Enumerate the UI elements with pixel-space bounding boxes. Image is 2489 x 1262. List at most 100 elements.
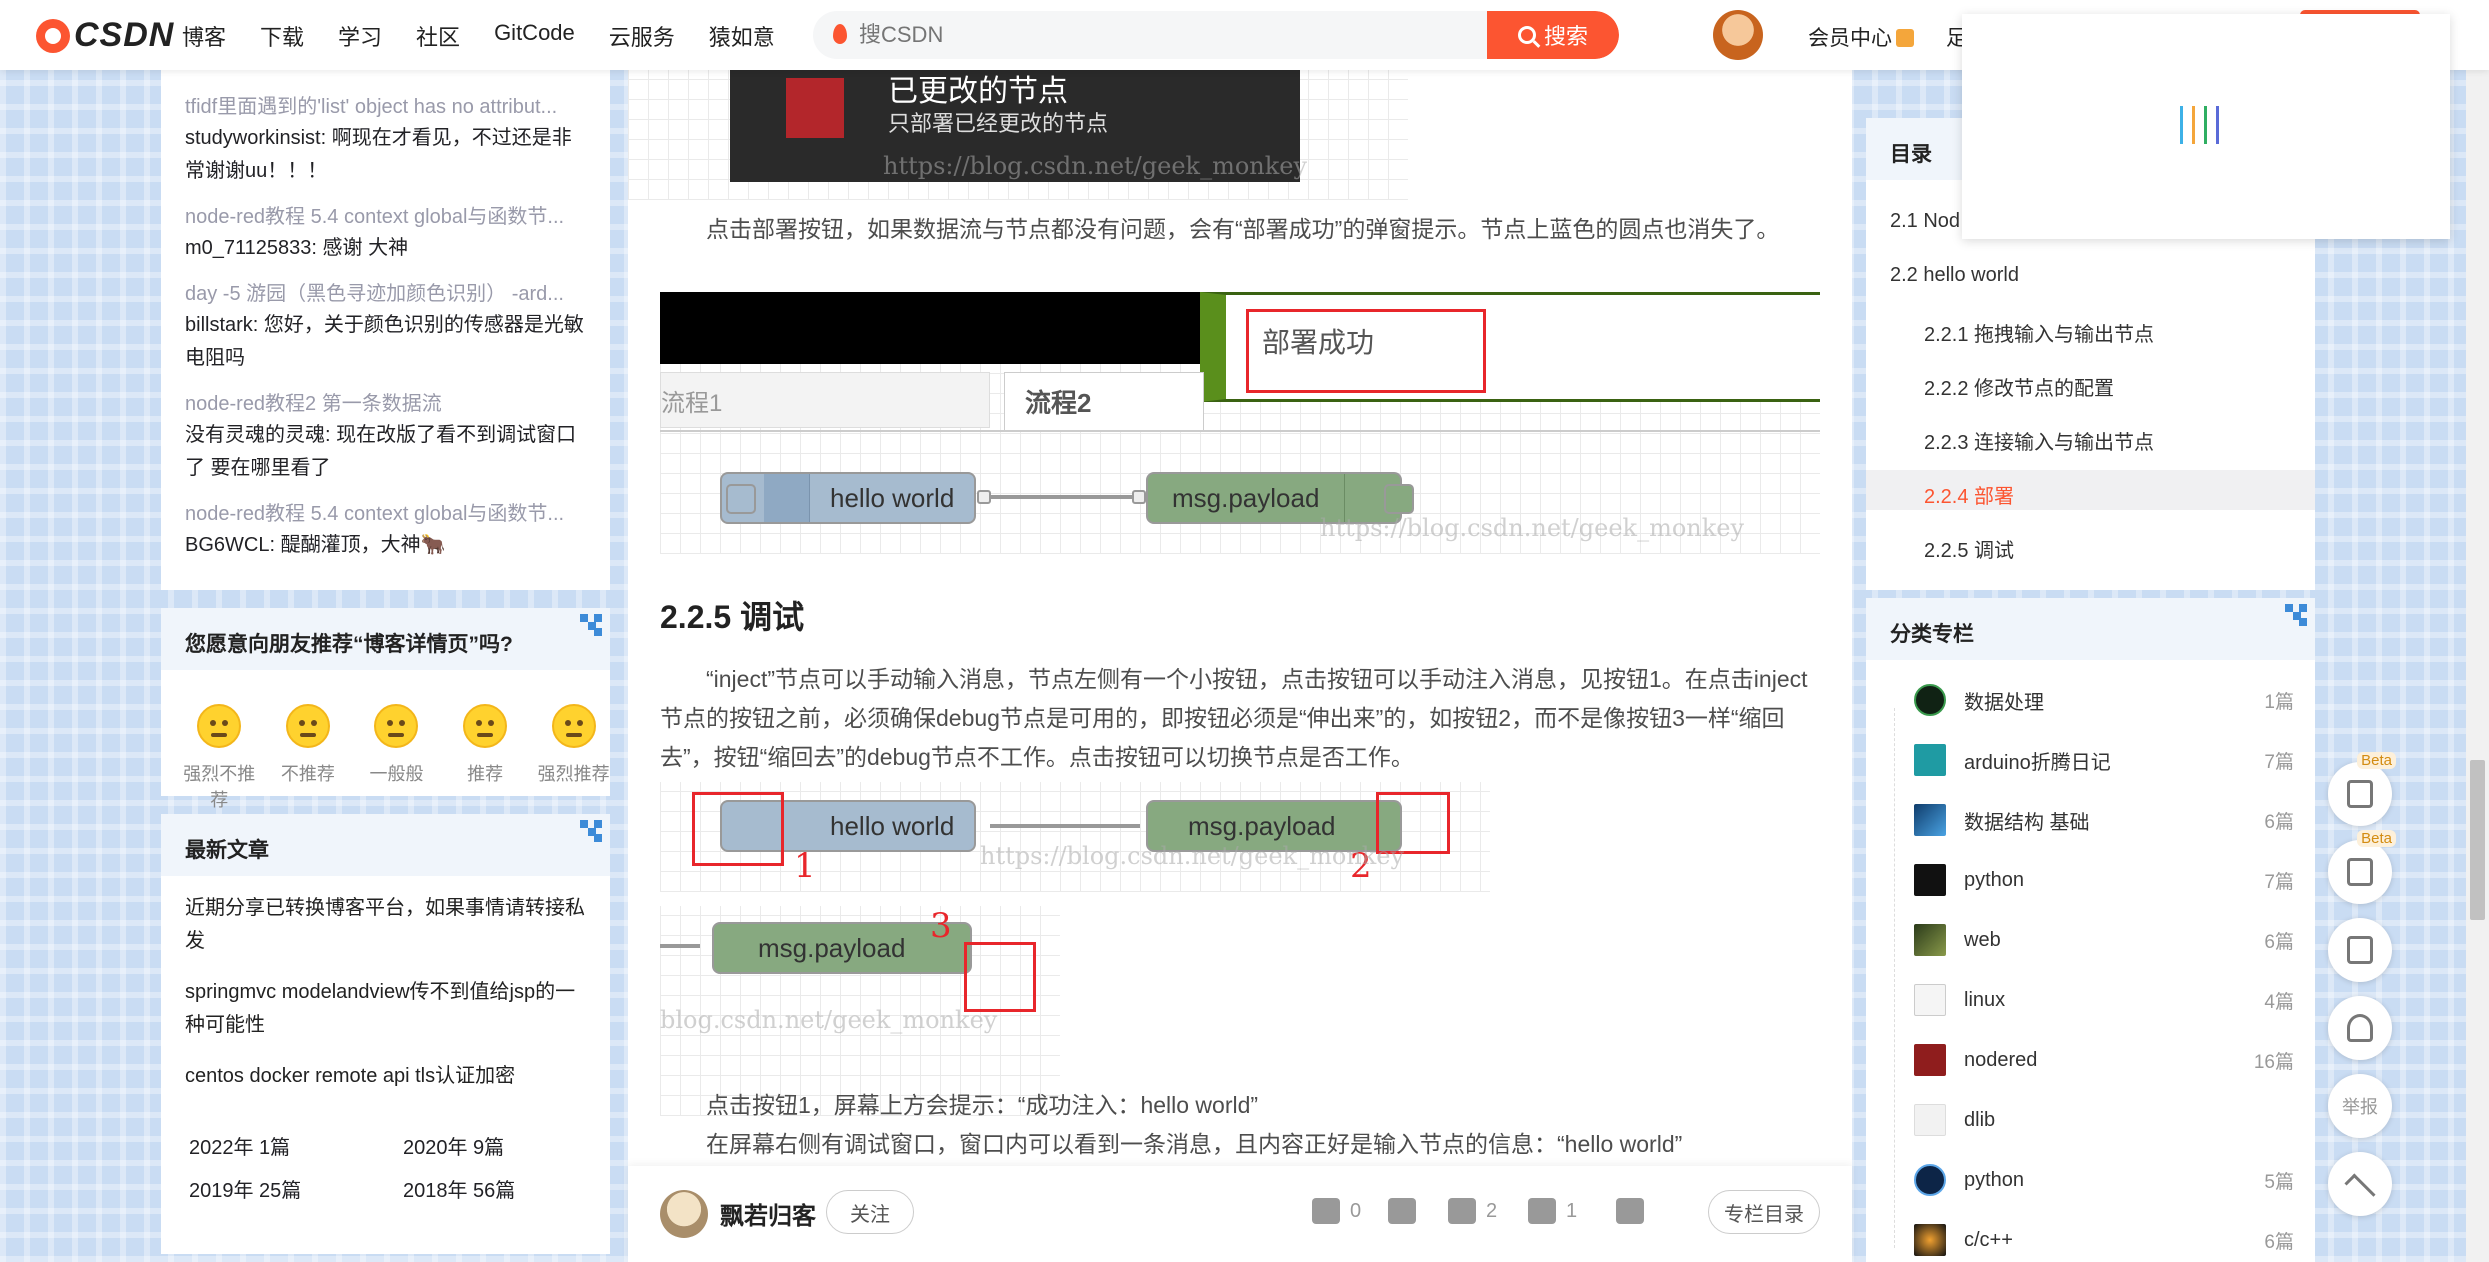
comment-article-title[interactable]: node-red教程 5.4 context global与函数节...: [185, 202, 586, 232]
column-toc-button[interactable]: 专栏目录: [1708, 1190, 1820, 1234]
node-wire: [990, 495, 1140, 499]
archive-link[interactable]: 2022年 1篇: [189, 1131, 403, 1160]
comment-article-title[interactable]: tfidf里面遇到的'list' object has no attribut.…: [185, 92, 586, 122]
search-button[interactable]: 搜索: [1487, 11, 1619, 59]
category-item[interactable]: linux 4篇: [1914, 980, 2294, 1020]
archive-link[interactable]: 2020年 9篇: [403, 1131, 603, 1160]
dislike-button[interactable]: [1388, 1198, 1416, 1224]
screenshot-changed-nodes: 已更改的节点 只部署已经更改的节点 https://blog.csdn.net/…: [628, 70, 1408, 200]
float-mindmap-button[interactable]: Beta: [2328, 830, 2396, 904]
category-item[interactable]: dlib: [1914, 1100, 2294, 1140]
category-count: 16篇: [2253, 1051, 2294, 1073]
toc-item[interactable]: 2.1 Nod: [1890, 210, 1960, 233]
latest-articles-title-text: 最新文章: [185, 839, 269, 862]
archive-link[interactable]: 2018年 56篇: [403, 1174, 603, 1203]
changed-nodes-title: 已更改的节点: [888, 75, 1068, 108]
comment-article-title[interactable]: node-red教程2 第一条数据流: [185, 389, 586, 419]
toc-item[interactable]: 2.2.1 拖拽输入与输出节点: [1924, 318, 2154, 347]
face-label: 强烈推荐: [537, 764, 610, 784]
follow-button[interactable]: 关注: [826, 1190, 914, 1234]
changed-nodes-subtitle: 只部署已经更改的节点: [888, 111, 1109, 136]
comment-item[interactable]: node-red教程2 第一条数据流 没有灵魂的灵魂: 现在改版了看不到调试窗口…: [185, 389, 586, 485]
scrollbar-thumb[interactable]: [2470, 760, 2485, 920]
category-thumb: [1914, 984, 1946, 1016]
nav-cloud[interactable]: 云服务: [609, 20, 675, 52]
latest-article-link[interactable]: springmvc modelandview传不到值给jsp的一种可能性: [185, 976, 586, 1042]
loader-bar: [2216, 106, 2219, 144]
category-count: 6篇: [2264, 931, 2294, 953]
nav-blog[interactable]: 博客: [182, 20, 226, 52]
toc-item-active[interactable]: 2.2.4 部署: [1924, 480, 2014, 509]
gift-icon: [1896, 29, 1914, 47]
article-bottom-bar: 飘若归客 关注 0 2 1 专栏目录: [628, 1166, 1852, 1262]
archive-link[interactable]: 2019年 25篇: [189, 1174, 403, 1203]
category-name: arduino折腾日记: [1964, 751, 2111, 774]
latest-article-link[interactable]: centos docker remote api tls认证加密: [185, 1060, 586, 1093]
debug-toggle-button[interactable]: [1384, 484, 1414, 514]
latest-articles-list: 近期分享已转换博客平台，如果事情请转接私发 springmvc modeland…: [161, 876, 610, 1127]
toc-item[interactable]: 2.2.2 修改节点的配置: [1924, 372, 2114, 401]
float-write-button[interactable]: [2328, 918, 2392, 982]
rating-recommend[interactable]: 推荐: [449, 704, 522, 812]
category-item[interactable]: c/c++ 6篇: [1914, 1220, 2294, 1260]
category-item[interactable]: 数据处理 1篇: [1914, 680, 2294, 720]
inject-node[interactable]: hello world: [720, 472, 976, 524]
nav-gitcode[interactable]: GitCode: [494, 20, 575, 52]
category-item[interactable]: 数据结构 基础 6篇: [1914, 800, 2294, 840]
laugh-face-icon: [551, 704, 596, 748]
toc-item[interactable]: 2.2.5 调试: [1924, 534, 2014, 563]
inject-button[interactable]: [726, 484, 756, 514]
toc-item[interactable]: 2.2 hello world: [1890, 264, 2019, 287]
comment-article-title[interactable]: day -5 游园（黑色寻迹加颜色识别） -ard...: [185, 279, 586, 309]
comment-button[interactable]: 1: [1528, 1198, 1577, 1224]
category-name: nodered: [1964, 1048, 2038, 1071]
flame-icon: [833, 24, 847, 44]
category-name: 数据处理: [1964, 691, 2044, 714]
share-button[interactable]: [1616, 1198, 1644, 1224]
category-count: 1篇: [2264, 691, 2294, 713]
rating-strongly-not-recommend[interactable]: 强烈不推荐: [183, 704, 256, 812]
category-thumb: [1914, 1164, 1946, 1196]
rating-neutral[interactable]: 一般般: [360, 704, 433, 812]
comment-item[interactable]: day -5 游园（黑色寻迹加颜色识别） -ard... billstark: …: [185, 279, 586, 375]
author-name[interactable]: 飘若归客: [720, 1196, 816, 1231]
rating-not-recommend[interactable]: 不推荐: [272, 704, 345, 812]
search-input[interactable]: [859, 11, 1449, 59]
comment-text: BG6WCL: 醍醐灌顶，大神🐂: [185, 534, 446, 556]
float-support-button[interactable]: [2328, 996, 2392, 1060]
category-item[interactable]: python 5篇: [1914, 1160, 2294, 1200]
toc-item[interactable]: 2.2.3 连接输入与输出节点: [1924, 426, 2154, 455]
label-number-3: 3: [930, 906, 952, 946]
comment-item[interactable]: node-red教程 5.4 context global与函数节... m0_…: [185, 202, 586, 265]
float-summary-button[interactable]: Beta: [2328, 752, 2396, 826]
output-port[interactable]: [977, 490, 991, 504]
rating-strongly-recommend[interactable]: 强烈推荐: [537, 704, 610, 812]
float-report-button[interactable]: 举报: [2328, 1074, 2392, 1138]
input-port[interactable]: [1132, 490, 1146, 504]
rating-faces: 强烈不推荐 不推荐 一般般 推荐 强烈推荐: [161, 670, 610, 812]
comment-item[interactable]: tfidf里面遇到的'list' object has no attribut.…: [185, 92, 586, 188]
loader-bar: [2204, 106, 2207, 144]
user-avatar[interactable]: [1713, 10, 1763, 60]
nav-community[interactable]: 社区: [416, 20, 460, 52]
category-count: 7篇: [2264, 871, 2294, 893]
nav-download[interactable]: 下载: [260, 20, 304, 52]
page-scrollbar[interactable]: [2466, 0, 2489, 1262]
csdn-logo[interactable]: CSDN: [36, 16, 174, 55]
latest-article-link[interactable]: 近期分享已转换博客平台，如果事情请转接私发: [185, 892, 586, 958]
float-back-to-top-button[interactable]: [2328, 1152, 2392, 1216]
category-item[interactable]: arduino折腾日记 7篇: [1914, 740, 2294, 780]
star-count: 2: [1486, 1199, 1498, 1222]
category-item[interactable]: python 7篇: [1914, 860, 2294, 900]
star-button[interactable]: 2: [1448, 1198, 1497, 1224]
vip-center-link[interactable]: 会员中心: [1808, 22, 1914, 52]
category-item[interactable]: web 6篇: [1914, 920, 2294, 960]
like-button[interactable]: 0: [1312, 1198, 1361, 1224]
author-avatar[interactable]: [660, 1190, 708, 1238]
recent-comments-card: tfidf里面遇到的'list' object has no attribut.…: [161, 70, 610, 590]
nav-learn[interactable]: 学习: [338, 20, 382, 52]
comment-item[interactable]: node-red教程 5.4 context global与函数节... BG6…: [185, 499, 586, 562]
comment-article-title[interactable]: node-red教程 5.4 context global与函数节...: [185, 499, 586, 529]
nav-yuanruyi[interactable]: 猿如意: [709, 20, 775, 52]
category-item[interactable]: nodered 16篇: [1914, 1040, 2294, 1080]
